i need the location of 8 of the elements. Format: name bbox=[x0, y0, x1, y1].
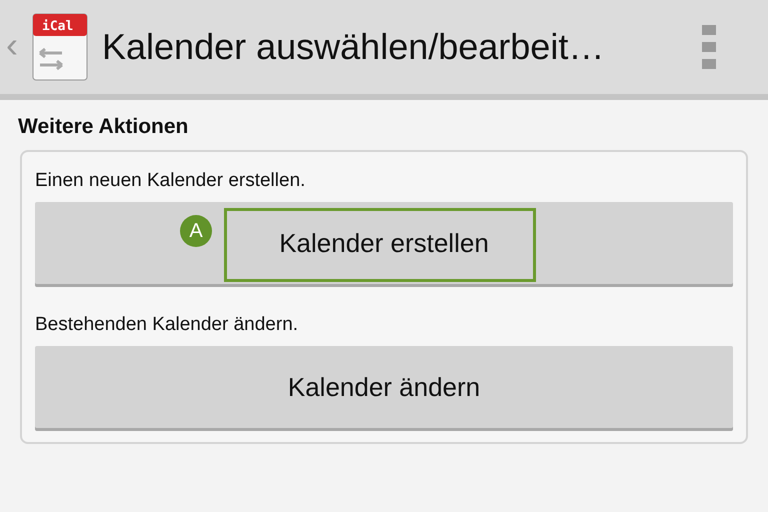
action-description: Bestehenden Kalender ändern. bbox=[35, 313, 300, 337]
icon-label: iCal bbox=[42, 20, 74, 34]
section-heading: Weitere Aktionen bbox=[18, 114, 190, 140]
action-button[interactable]: Kalender ändern bbox=[35, 346, 733, 428]
screen-title: Kalender auswählen/bearbeit… bbox=[102, 26, 606, 68]
menu-icon[interactable] bbox=[702, 25, 716, 69]
calendar-app-icon bbox=[32, 13, 88, 81]
action-description: Einen neuen Kalender erstellen. bbox=[35, 169, 306, 193]
